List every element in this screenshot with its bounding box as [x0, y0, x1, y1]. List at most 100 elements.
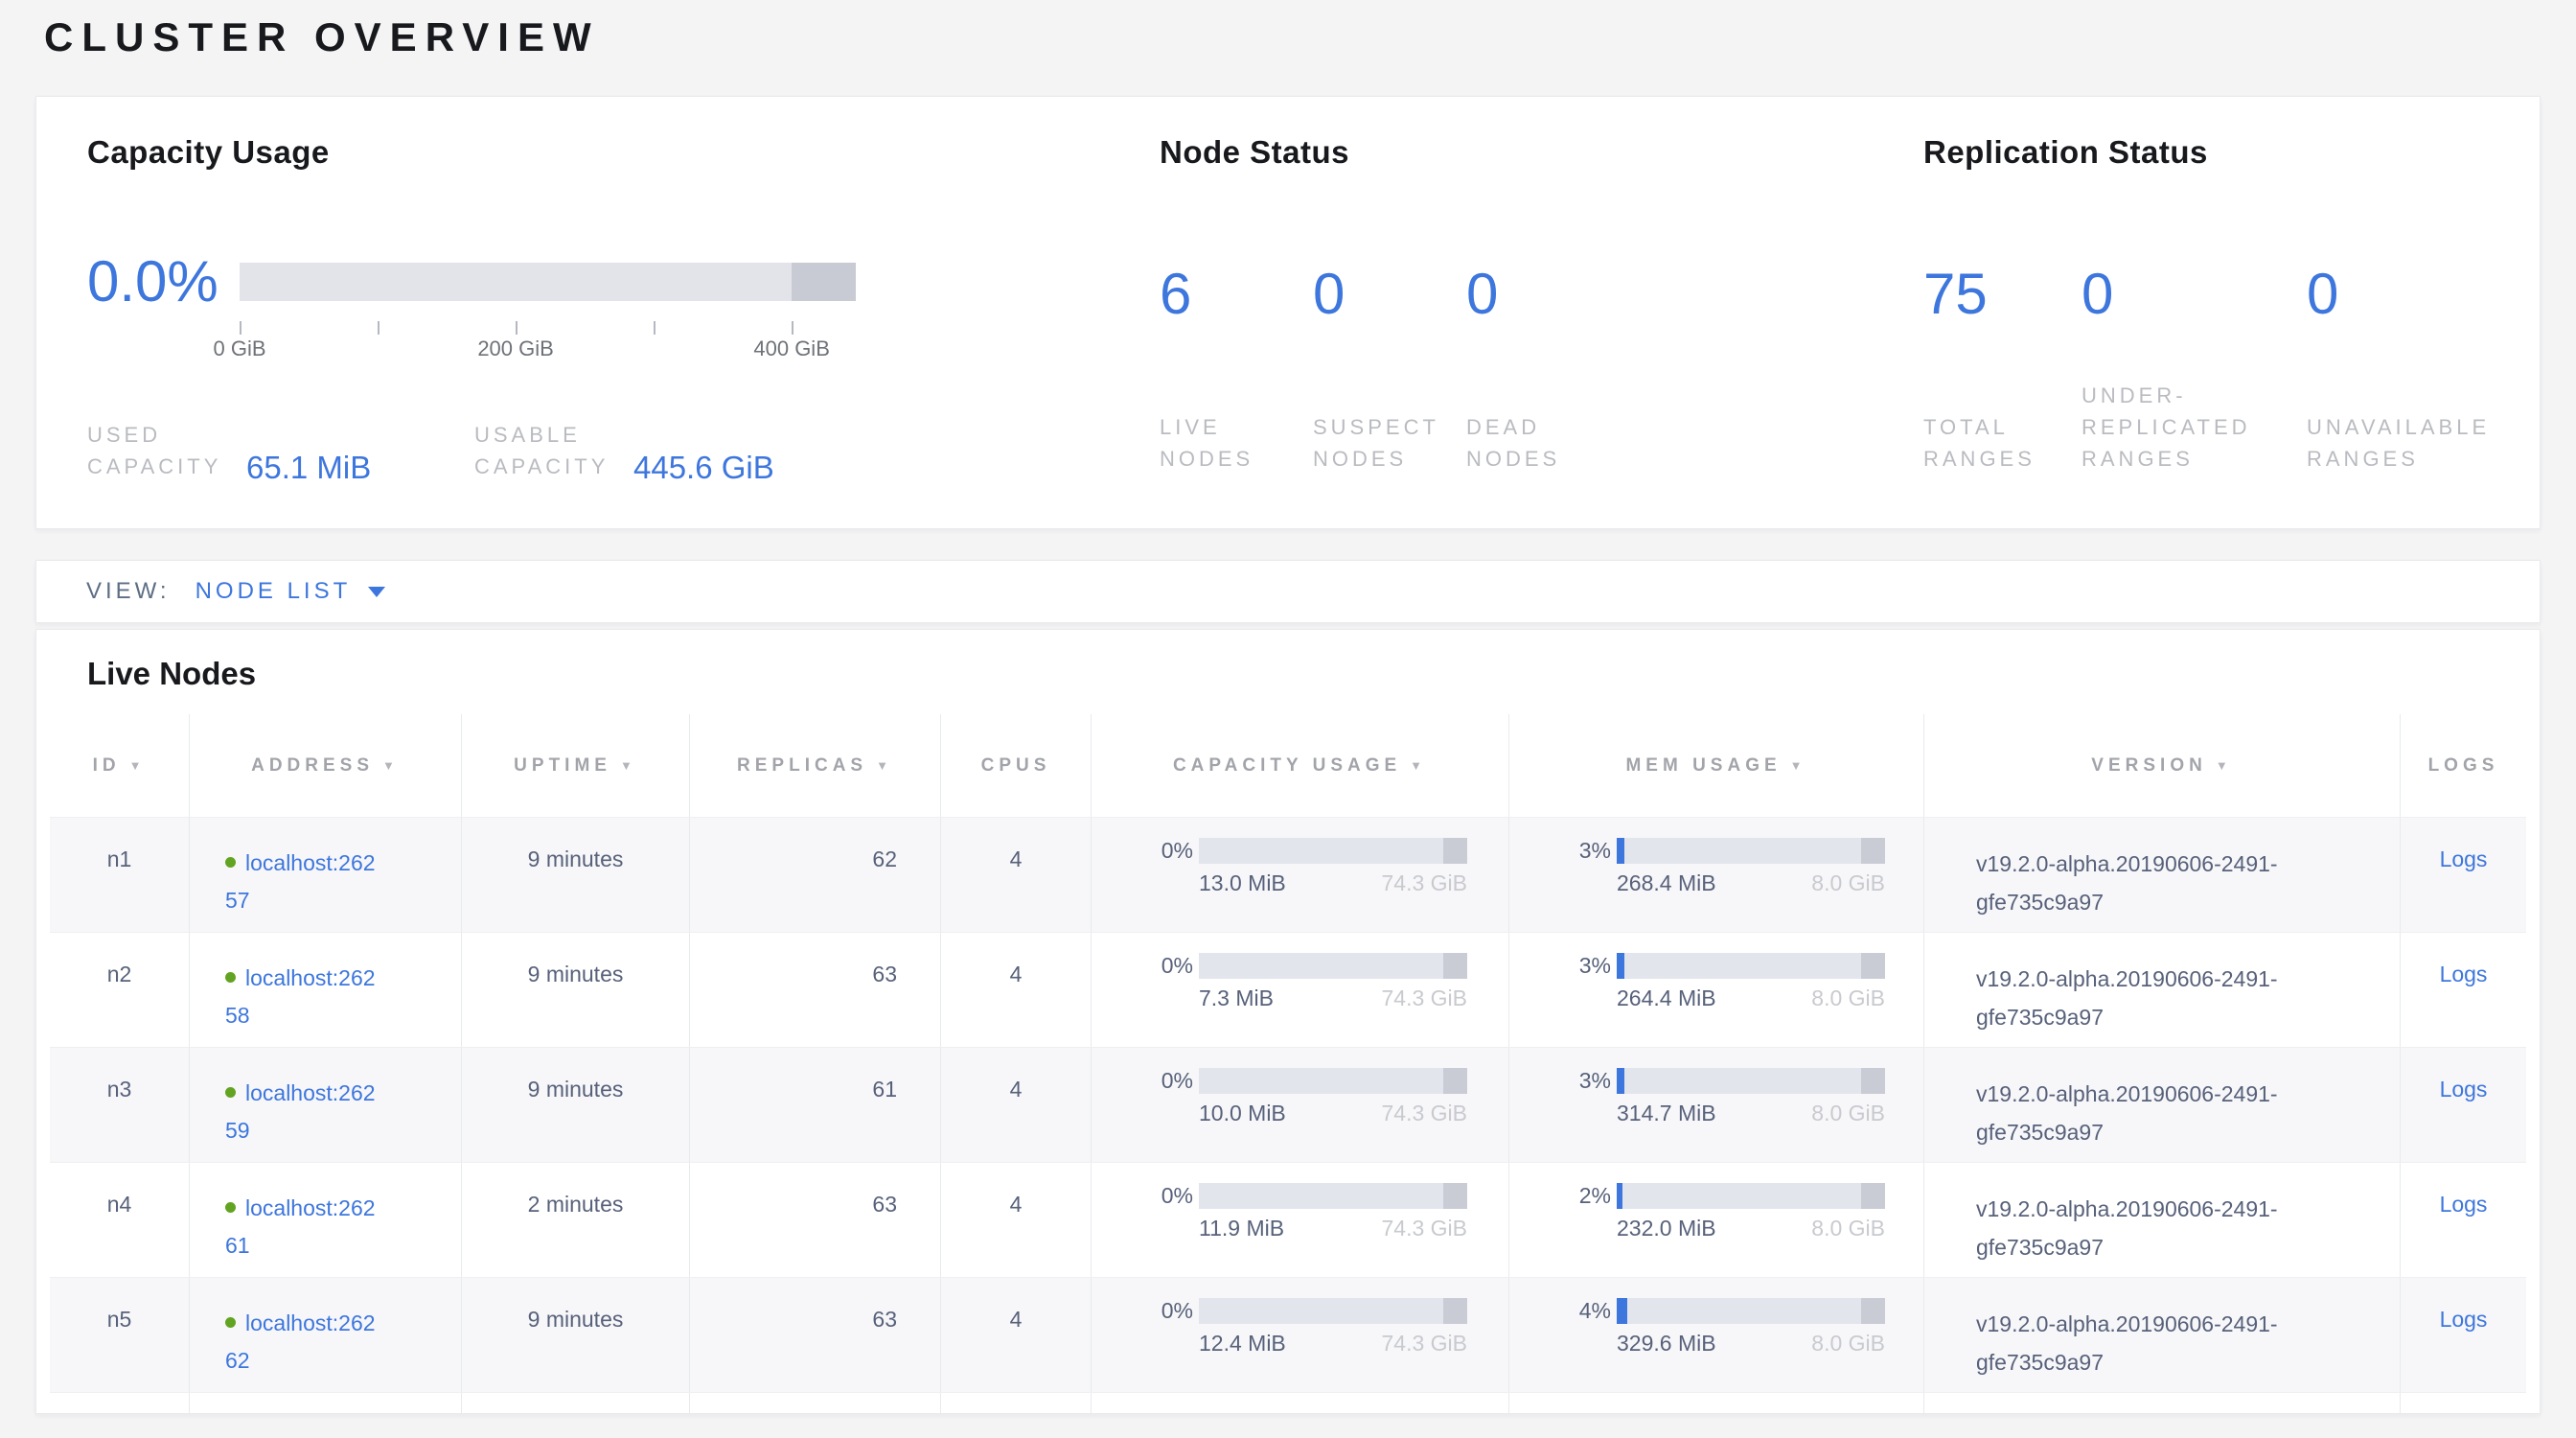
mem-meter-fill — [1617, 1298, 1627, 1324]
axis-tick — [240, 321, 242, 335]
chevron-down-icon — [368, 587, 385, 597]
view-bar: VIEW: NODE LIST — [35, 560, 2541, 623]
column-header-6[interactable]: MEM USAGE ▼ — [1509, 714, 1924, 817]
table-row-3: n4 localhost:26261 2 minutes 63 4 0% — [50, 1162, 2526, 1277]
mem-meter-bar — [1617, 1298, 1885, 1324]
cell-address: localhost:26261 — [190, 1163, 462, 1277]
cluster-summary-panel: Capacity Usage 0.0% 0 GiB 200 GiB 400 Gi… — [35, 96, 2541, 529]
mem-total-value: 8.0 GiB — [1811, 1101, 1885, 1126]
logs-link[interactable]: Logs — [2440, 1192, 2488, 1217]
capacity-used-value: 11.9 MiB — [1199, 1216, 1284, 1241]
view-selector-dropdown[interactable]: NODE LIST — [196, 578, 386, 605]
cell-uptime: 9 minutes — [462, 1278, 690, 1392]
column-header-4: CPUS ▼ — [941, 714, 1092, 817]
logs-link[interactable]: Logs — [2440, 1307, 2488, 1332]
address-link[interactable]: localhost:26258 — [225, 965, 376, 1028]
cell-logs: Logs — [2401, 1278, 2526, 1392]
stat-value: 0 — [2082, 260, 2278, 329]
mem-meter-bar — [1617, 1068, 1885, 1094]
logs-link[interactable]: Logs — [2440, 1077, 2488, 1102]
cell-uptime: 9 minutes — [462, 933, 690, 1047]
column-header-0[interactable]: ID ▼ — [50, 714, 190, 817]
node-status-title: Node Status — [1160, 133, 1923, 172]
node-status-section: Node Status 6 LIVE NODES 0 SUSPECT NODES… — [1160, 133, 1923, 528]
mem-meter-bar — [1617, 953, 1885, 979]
empty-cell — [50, 1393, 190, 1414]
cell-capacity-usage: 0% 13.0 MiB 74.3 GiB — [1092, 818, 1509, 932]
mem-used-value: 232.0 MiB — [1617, 1216, 1716, 1241]
cell-mem-usage: 4% 329.6 MiB 8.0 GiB — [1509, 1278, 1924, 1392]
sort-arrow-icon: ▼ — [2216, 758, 2233, 773]
mem-meter-end-segment — [1861, 1068, 1885, 1094]
cell-address: localhost:26259 — [190, 1048, 462, 1162]
cell-replicas: 61 — [690, 1048, 941, 1162]
column-header-3[interactable]: REPLICAS ▼ — [690, 714, 941, 817]
capacity-percent-value: 0.0% — [87, 248, 240, 315]
column-header-2[interactable]: UPTIME ▼ — [462, 714, 690, 817]
capacity-percent: 0% — [1092, 953, 1193, 979]
mem-used-value: 329.6 MiB — [1617, 1331, 1716, 1357]
capacity-used-value: 12.4 MiB — [1199, 1331, 1286, 1357]
logs-link[interactable]: Logs — [2440, 847, 2488, 871]
capacity-percent: 0% — [1092, 1298, 1193, 1324]
capacity-used-value: 10.0 MiB — [1199, 1101, 1286, 1126]
view-label: VIEW: — [86, 578, 171, 605]
mem-meter-end-segment — [1861, 1298, 1885, 1324]
cell-version: v19.2.0-alpha.20190606-2491-gfe735c9a97 — [1924, 933, 2401, 1047]
table-row-2: n3 localhost:26259 9 minutes 61 4 0% — [50, 1047, 2526, 1162]
mem-meter-fill — [1617, 838, 1624, 864]
cell-replicas: 63 — [690, 1163, 941, 1277]
stat-value: 75 — [1923, 260, 2053, 329]
cell-address: localhost:26262 — [190, 1278, 462, 1392]
node-live-dot-icon — [225, 1317, 236, 1328]
capacity-percent: 0% — [1092, 838, 1193, 864]
capacity-meter-bar — [1199, 838, 1467, 864]
address-link[interactable]: localhost:26259 — [225, 1080, 376, 1143]
address-link[interactable]: localhost:26262 — [225, 1310, 376, 1373]
column-header-5[interactable]: CAPACITY USAGE ▼ — [1092, 714, 1509, 817]
capacity-meter-end-segment — [1443, 953, 1467, 979]
capacity-axis: 0 GiB 200 GiB 400 GiB — [240, 315, 856, 360]
mem-total-value: 8.0 GiB — [1811, 870, 1885, 896]
sort-arrow-icon: ▼ — [382, 758, 400, 773]
sort-arrow-icon: ▼ — [620, 758, 637, 773]
replication-stat-1: 0 UNDER-REPLICATED RANGES — [2082, 260, 2278, 475]
address-link[interactable]: localhost:26257 — [225, 850, 376, 913]
mem-meter-fill — [1617, 1068, 1624, 1094]
stat-value: 6 — [1160, 260, 1284, 329]
column-header-1[interactable]: ADDRESS ▼ — [190, 714, 462, 817]
mem-used-value: 264.4 MiB — [1617, 986, 1716, 1011]
stat-label: UNDER-REPLICATED RANGES — [2082, 380, 2278, 475]
node-live-dot-icon — [225, 1202, 236, 1213]
cell-capacity-usage: 0% 10.0 MiB 74.3 GiB — [1092, 1048, 1509, 1162]
live-nodes-panel: Live Nodes ID ▼ ADDRESS ▼ UPTIME ▼ — [35, 629, 2541, 1414]
mem-used-value: 268.4 MiB — [1617, 870, 1716, 896]
cell-cpus: 4 — [941, 1163, 1092, 1277]
table-row-clipped — [50, 1392, 2526, 1414]
address-link[interactable]: localhost:26261 — [225, 1195, 376, 1258]
node-status-stats: 6 LIVE NODES 0 SUSPECT NODES 0 DEAD NODE… — [1160, 260, 1923, 475]
column-header-7[interactable]: VERSION ▼ — [1924, 714, 2401, 817]
cell-mem-usage: 2% 232.0 MiB 8.0 GiB — [1509, 1163, 1924, 1277]
capacity-total-value: 74.3 GiB — [1382, 1331, 1468, 1357]
axis-tick — [792, 321, 794, 335]
cell-version: v19.2.0-alpha.20190606-2491-gfe735c9a97 — [1924, 1048, 2401, 1162]
cell-logs: Logs — [2401, 818, 2526, 932]
cell-mem-usage: 3% 264.4 MiB 8.0 GiB — [1509, 933, 1924, 1047]
column-header-label: CPUS — [981, 755, 1051, 777]
cell-capacity-usage: 0% 12.4 MiB 74.3 GiB — [1092, 1278, 1509, 1392]
cell-cpus: 4 — [941, 1278, 1092, 1392]
cell-node-id: n1 — [50, 818, 190, 932]
axis-tick-label: 0 GiB — [213, 336, 265, 361]
cell-logs: Logs — [2401, 1163, 2526, 1277]
sort-arrow-icon: ▼ — [1790, 758, 1807, 773]
used-capacity-value: 65.1 MiB — [246, 450, 371, 486]
cell-uptime: 9 minutes — [462, 1048, 690, 1162]
node-status-stat-0: 6 LIVE NODES — [1160, 260, 1284, 475]
cell-address: localhost:26257 — [190, 818, 462, 932]
stat-label: DEAD NODES — [1466, 411, 1591, 475]
cell-logs: Logs — [2401, 933, 2526, 1047]
cell-version: v19.2.0-alpha.20190606-2491-gfe735c9a97 — [1924, 818, 2401, 932]
logs-link[interactable]: Logs — [2440, 962, 2488, 986]
column-header-label: ID — [93, 755, 121, 777]
